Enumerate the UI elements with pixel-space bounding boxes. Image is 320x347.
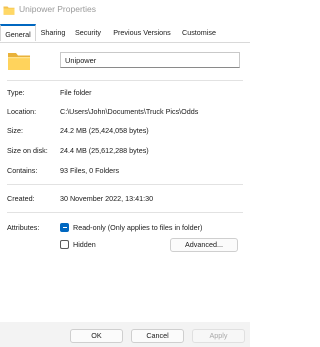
ok-button[interactable]: OK (70, 329, 123, 343)
size-on-disk-label: Size on disk: (7, 146, 48, 155)
folder-name-input[interactable] (60, 52, 240, 68)
contains-label: Contains: (7, 166, 38, 175)
tab-strip: General Sharing Security Previous Versio… (0, 24, 250, 42)
window-title: Unipower Properties (19, 4, 97, 14)
cancel-button[interactable]: Cancel (131, 329, 184, 343)
size-on-disk-value: 24.4 MB (25,612,288 bytes) (60, 146, 149, 155)
tab-previous-versions[interactable]: Previous Versions (107, 26, 177, 40)
hidden-checkbox[interactable] (60, 240, 69, 249)
title-bar[interactable]: Unipower Properties (0, 0, 250, 22)
divider (7, 184, 243, 185)
folder-icon (3, 6, 15, 15)
read-only-label[interactable]: Read-only (Only applies to files in fold… (73, 223, 202, 232)
location-label: Location: (7, 107, 37, 116)
apply-button[interactable]: Apply (192, 329, 245, 343)
location-value: C:\Users\John\Documents\Truck Pics\Odds (60, 107, 199, 116)
divider (7, 212, 243, 213)
attributes-label: Attributes: (7, 223, 40, 232)
tab-sharing[interactable]: Sharing (36, 26, 70, 40)
tab-general[interactable]: General (0, 24, 36, 41)
type-value: File folder (60, 88, 92, 97)
created-label: Created: (7, 194, 35, 203)
created-value: 30 November 2022, 13:41:30 (60, 194, 154, 203)
type-label: Type: (7, 88, 25, 97)
tab-customise[interactable]: Customise (178, 26, 220, 40)
read-only-checkbox[interactable] (60, 223, 69, 232)
advanced-button[interactable]: Advanced... (170, 238, 238, 252)
tab-divider (0, 42, 250, 43)
contains-value: 93 Files, 0 Folders (60, 166, 120, 175)
tab-security[interactable]: Security (71, 26, 105, 40)
hidden-label[interactable]: Hidden (73, 240, 96, 249)
size-label: Size: (7, 126, 23, 135)
divider (7, 80, 243, 81)
size-value: 24.2 MB (25,424,058 bytes) (60, 126, 149, 135)
folder-icon (8, 53, 30, 70)
